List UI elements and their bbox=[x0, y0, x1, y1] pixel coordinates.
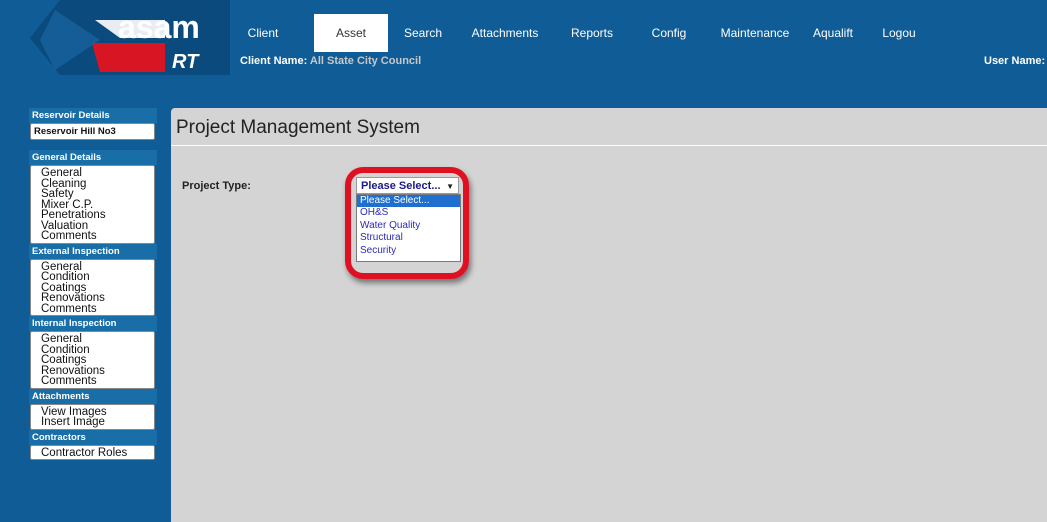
tab-asset[interactable]: Asset bbox=[314, 14, 388, 52]
sidebar-item-penetrations[interactable]: Penetrations bbox=[31, 210, 154, 221]
sidebar: Reservoir Details Reservoir Hill No3 Gen… bbox=[29, 108, 157, 522]
sidebar-head-general: General Details bbox=[29, 150, 157, 165]
internal-box: General Condition Coatings Renovations C… bbox=[30, 331, 155, 389]
main-panel: Project Management System Project Type: … bbox=[171, 108, 1047, 522]
sidebar-item-insert-image[interactable]: Insert Image bbox=[31, 417, 154, 428]
main-nav: Client Asset Search Attachments Reports … bbox=[233, 14, 1047, 52]
reservoir-name: Reservoir Hill No3 bbox=[34, 126, 116, 137]
tab-reports[interactable]: Reports bbox=[560, 14, 624, 52]
sidebar-item-int-comments[interactable]: Comments bbox=[31, 376, 154, 387]
sidebar-item-ext-comments[interactable]: Comments bbox=[31, 303, 154, 315]
sidebar-item-safety[interactable]: Safety bbox=[31, 189, 154, 200]
logo-text: asam bbox=[118, 9, 200, 45]
user-name-label: User Name: bbox=[984, 55, 1046, 67]
sidebar-item-general[interactable]: General bbox=[31, 168, 154, 179]
client-name-label: Client Name: bbox=[240, 55, 308, 67]
sidebar-head-attachments: Attachments bbox=[29, 388, 157, 404]
sidebar-head-external: External Inspection bbox=[29, 243, 157, 259]
highlight-callout bbox=[345, 167, 469, 279]
tab-logout[interactable]: Logou bbox=[869, 14, 929, 52]
sidebar-head-internal: Internal Inspection bbox=[29, 316, 157, 331]
sidebar-item-int-coatings[interactable]: Coatings bbox=[31, 355, 154, 366]
sidebar-head-reservoir: Reservoir Details bbox=[29, 108, 157, 123]
tab-aqualift[interactable]: Aqualift bbox=[805, 14, 861, 52]
title-divider bbox=[171, 145, 1047, 146]
sidebar-item-ext-condition[interactable]: Condition bbox=[31, 272, 154, 283]
contractors-box: Contractor Roles bbox=[30, 444, 155, 460]
reservoir-box: Reservoir Hill No3 bbox=[30, 123, 155, 140]
sidebar-item-contractor-roles[interactable]: Contractor Roles bbox=[31, 447, 154, 459]
tab-config[interactable]: Config bbox=[639, 14, 699, 52]
sidebar-item-comments[interactable]: Comments bbox=[31, 231, 154, 242]
page-title: Project Management System bbox=[176, 117, 420, 138]
sidebar-item-ext-renovations[interactable]: Renovations bbox=[31, 293, 154, 304]
client-name-value: All State City Council bbox=[309, 55, 422, 67]
client-name-line: Client Name: All State City Council bbox=[240, 55, 421, 67]
sidebar-item-int-general[interactable]: General bbox=[31, 334, 154, 345]
asam-rt-logo: asam RT bbox=[30, 0, 230, 75]
tab-client[interactable]: Client bbox=[233, 14, 293, 52]
general-box: General Cleaning Safety Mixer C.P. Penet… bbox=[30, 165, 155, 244]
tab-search[interactable]: Search bbox=[393, 14, 453, 52]
project-type-label: Project Type: bbox=[182, 180, 251, 192]
external-box: General Condition Coatings Renovations C… bbox=[30, 258, 155, 316]
attachments-box: View Images Insert Image bbox=[30, 403, 155, 430]
logo-sub-text: RT bbox=[172, 51, 200, 73]
top-bar: asam RT Client Asset Search Attachments … bbox=[0, 0, 1047, 108]
tab-maintenance[interactable]: Maintenance bbox=[713, 14, 797, 52]
sidebar-head-contractors: Contractors bbox=[29, 429, 157, 445]
tab-attachments[interactable]: Attachments bbox=[463, 14, 547, 52]
